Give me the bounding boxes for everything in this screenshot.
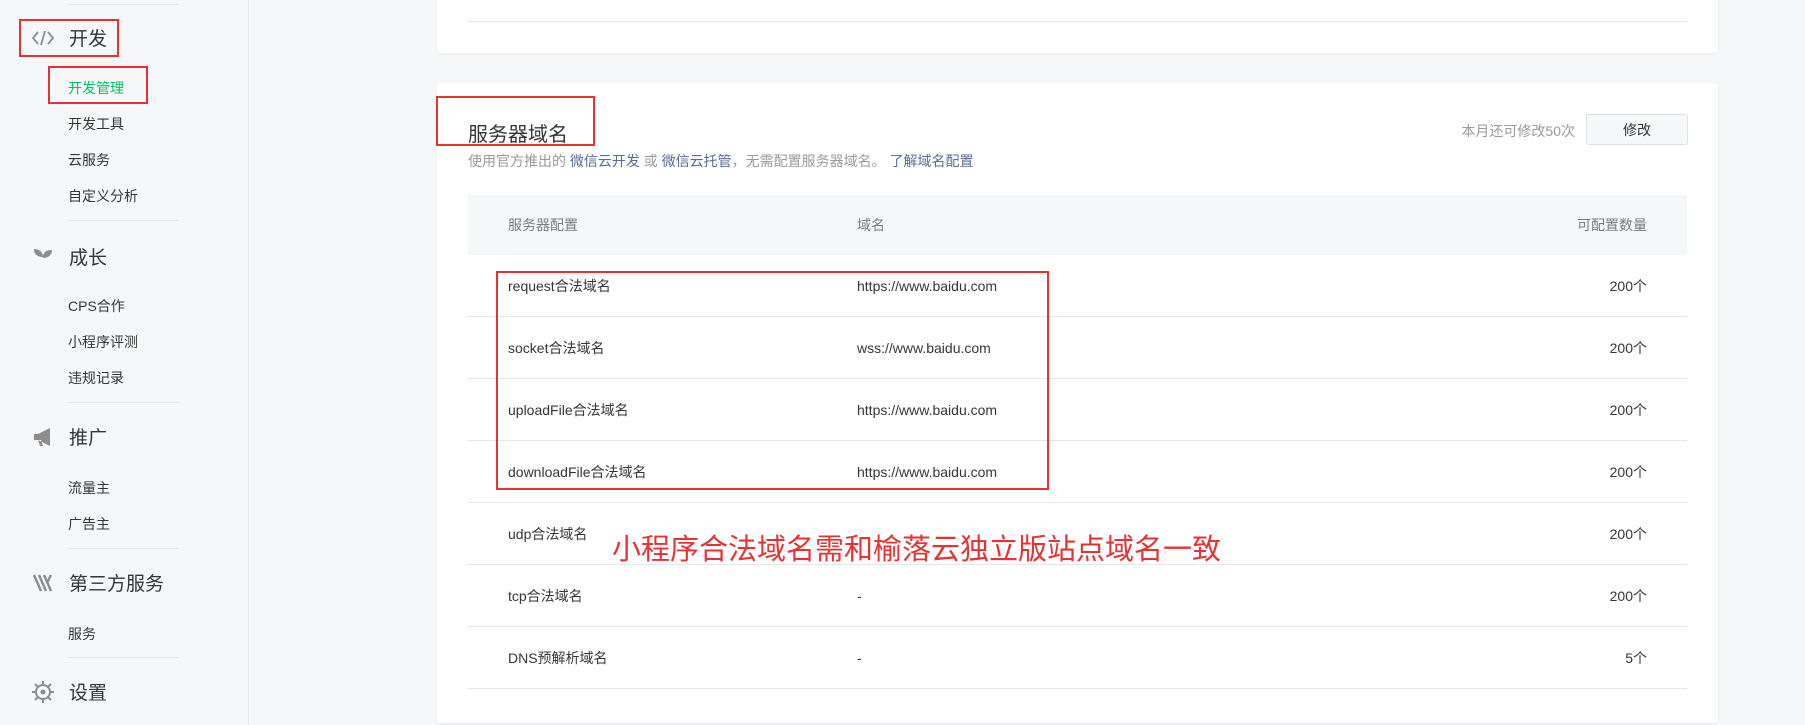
column-header-config: 服务器配置	[508, 217, 578, 233]
sidebar-divider	[68, 220, 179, 221]
sidebar-group-label: 设置	[69, 683, 108, 704]
row-config: udp合法域名	[508, 525, 588, 542]
previous-section-panel	[437, 0, 1718, 53]
row-count: 200个	[1609, 277, 1647, 294]
sidebar-item-dev-tools[interactable]: 开发工具	[68, 114, 124, 134]
sidebar-group-third[interactable]: 第三方服务	[30, 569, 164, 596]
sidebar-item-advertiser[interactable]: 广告主	[68, 514, 110, 534]
sprout-icon	[30, 244, 56, 270]
annotation-text: 小程序合法域名需和榆落云独立版站点域名一致	[612, 532, 1222, 566]
desc-prefix: 使用官方推出的	[468, 153, 566, 169]
link-cloud-host[interactable]: 微信云托管	[662, 153, 732, 169]
sidebar-group-label: 第三方服务	[69, 574, 165, 595]
third-party-icon	[30, 570, 56, 596]
highlight-box-title	[436, 96, 595, 146]
sidebar-item-cloud[interactable]: 云服务	[68, 150, 110, 170]
sidebar-group-label: 成长	[69, 248, 108, 269]
sidebar: 开发 开发管理 开发工具 云服务 自定义分析 成长 CPS合作 小程序评测 违规…	[0, 0, 249, 725]
column-header-count: 可配置数量	[1577, 217, 1647, 233]
sidebar-group-label: 推广	[69, 428, 108, 449]
link-cloud-dev[interactable]: 微信云开发	[570, 153, 640, 169]
megaphone-icon	[30, 424, 56, 450]
sidebar-group-promo[interactable]: 推广	[30, 423, 107, 450]
divider	[468, 21, 1687, 22]
row-count: 200个	[1609, 401, 1647, 418]
row-count: 200个	[1609, 587, 1647, 604]
row-count: 200个	[1609, 525, 1647, 542]
sidebar-divider	[68, 657, 179, 658]
sidebar-item-review[interactable]: 小程序评测	[68, 332, 138, 352]
highlight-box-dev-manage	[48, 66, 148, 104]
modify-button[interactable]: 修改	[1586, 114, 1688, 145]
gear-icon	[30, 679, 56, 705]
row-domain: -	[857, 587, 862, 604]
highlight-box-dev	[19, 19, 119, 57]
table-header: 服务器配置 域名 可配置数量	[468, 195, 1687, 255]
table-row: DNS预解析域名 - 5个	[468, 627, 1687, 689]
table-row: tcp合法域名 - 200个	[468, 565, 1687, 627]
row-count: 200个	[1609, 463, 1647, 480]
row-domain: -	[857, 649, 862, 666]
sidebar-divider	[68, 548, 179, 549]
row-count: 200个	[1609, 339, 1647, 356]
sidebar-item-custom-analysis[interactable]: 自定义分析	[68, 186, 138, 206]
sidebar-divider	[68, 402, 179, 403]
row-count: 5个	[1625, 649, 1647, 666]
sidebar-item-cps[interactable]: CPS合作	[68, 296, 125, 316]
highlight-box-domains	[496, 271, 1049, 490]
section-description: 使用官方推出的 微信云开发 或 微信云托管，无需配置服务器域名。 了解域名配置	[468, 151, 974, 171]
sidebar-item-traffic[interactable]: 流量主	[68, 478, 110, 498]
desc-or: 或	[643, 153, 658, 169]
sidebar-group-settings[interactable]: 设置	[30, 678, 107, 705]
sidebar-item-violations[interactable]: 违规记录	[68, 368, 124, 388]
sidebar-group-growth[interactable]: 成长	[30, 243, 107, 270]
sidebar-item-service[interactable]: 服务	[68, 624, 96, 644]
column-header-domain: 域名	[857, 217, 885, 233]
quota-text: 本月还可修改50次	[1461, 123, 1575, 139]
desc-suffix: ，无需配置服务器域名。	[731, 153, 886, 169]
row-config: DNS预解析域名	[508, 649, 608, 666]
sidebar-divider	[68, 4, 179, 5]
row-config: tcp合法域名	[508, 587, 583, 604]
link-learn-domain[interactable]: 了解域名配置	[890, 153, 974, 169]
